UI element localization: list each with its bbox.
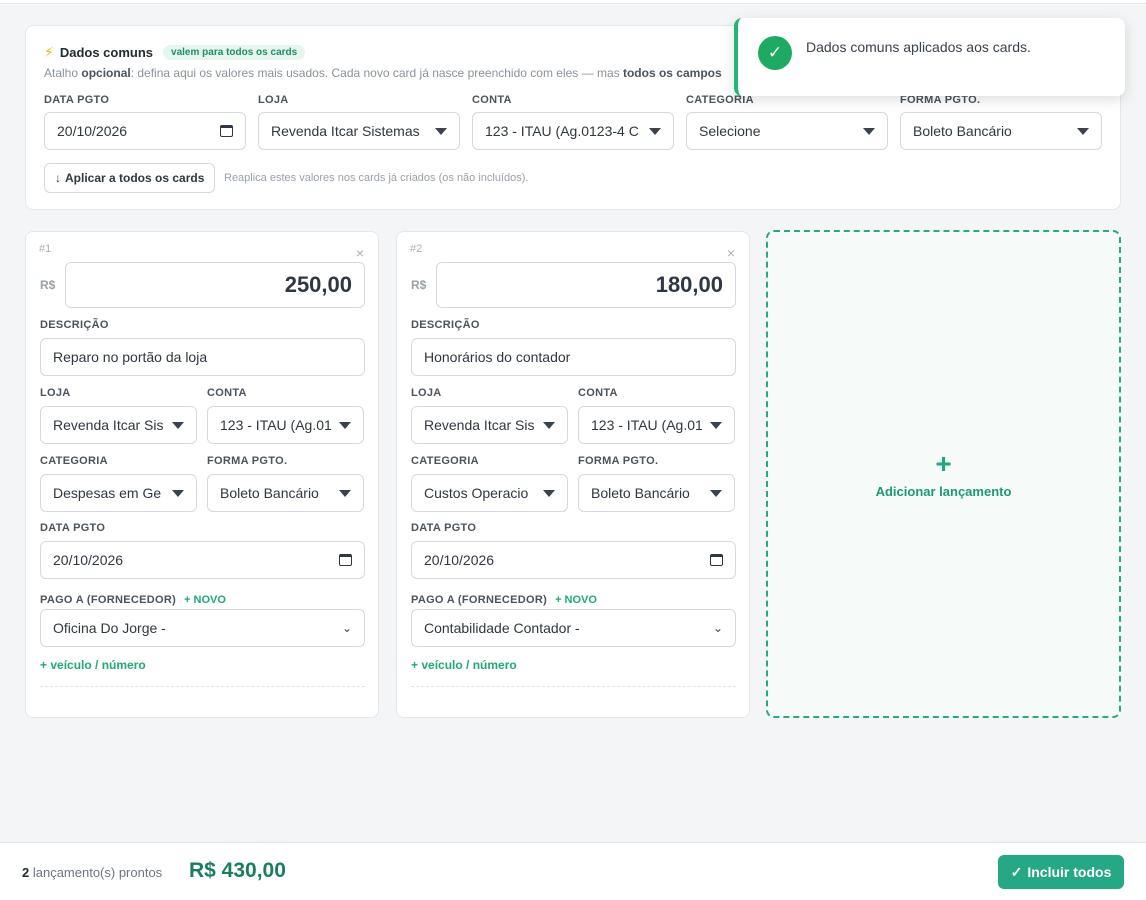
caret-down-icon bbox=[1077, 127, 1089, 135]
description-field: Reparo no portão da loja bbox=[40, 338, 365, 376]
caret-down-icon bbox=[435, 127, 447, 135]
loja-field: Revenda Itcar Sis bbox=[40, 406, 197, 444]
supplier-field: Oficina Do Jorge - ⌄ bbox=[40, 609, 365, 647]
calendar-icon[interactable] bbox=[220, 125, 233, 137]
description-field: Honorários do contador bbox=[411, 338, 736, 376]
add-vehicle-link[interactable]: + veículo / número bbox=[40, 658, 146, 672]
add-vehicle-link[interactable]: + veículo / número bbox=[411, 658, 517, 672]
amount-input[interactable]: 250,00 bbox=[65, 262, 365, 308]
categoria-select[interactable]: Despesas em Ge bbox=[40, 474, 197, 512]
close-icon[interactable]: × bbox=[356, 245, 364, 261]
conta-field: 123 - ITAU (Ag.012 bbox=[207, 406, 364, 444]
entry-card-2: #2 × R$ 180,00 DESCRIÇÃO Honorários do c… bbox=[396, 231, 750, 718]
forma-select[interactable]: Boleto Bancário bbox=[578, 474, 735, 512]
plus-icon: + bbox=[935, 447, 952, 479]
apply-all-button[interactable]: ↓ Aplicar a todos os cards bbox=[44, 163, 216, 193]
common-badge: valem para todos os cards bbox=[163, 45, 306, 60]
conta-field: 123 - ITAU (Ag.012 bbox=[578, 406, 735, 444]
divider bbox=[40, 686, 365, 687]
close-icon[interactable]: × bbox=[727, 245, 735, 261]
forma-field: Boleto Bancário bbox=[207, 474, 364, 512]
common-conta-select[interactable]: 123 - ITAU (Ag.0123-4 C bbox=[472, 112, 674, 150]
card-number: #2 bbox=[410, 243, 423, 255]
total-amount: R$ 430,00 bbox=[189, 859, 286, 882]
entry-card-1: #1 × R$ 250,00 DESCRIÇÃO Reparo no portã… bbox=[25, 231, 379, 718]
common-conta-field: CONTA 123 - ITAU (Ag.0123-4 C bbox=[472, 94, 674, 150]
description-input[interactable]: Honorários do contador bbox=[411, 338, 736, 376]
calendar-icon[interactable] bbox=[710, 554, 723, 566]
common-title: Dados comuns bbox=[59, 45, 154, 60]
caret-down-icon bbox=[863, 127, 875, 135]
date-input[interactable]: 20/10/2026 bbox=[411, 541, 736, 579]
supplier-label-row: PAGO A (FORNECEDOR) + NOVO bbox=[40, 594, 226, 606]
common-categoria-field: CATEGORIA Selecione bbox=[686, 94, 888, 150]
date-input[interactable]: 20/10/2026 bbox=[40, 541, 365, 579]
new-supplier-link[interactable]: + NOVO bbox=[184, 594, 226, 606]
currency-label: R$ bbox=[40, 278, 56, 292]
description-input[interactable]: Reparo no portão da loja bbox=[40, 338, 365, 376]
currency-label: R$ bbox=[411, 278, 427, 292]
conta-select[interactable]: 123 - ITAU (Ag.012 bbox=[578, 406, 735, 444]
common-loja-field: LOJA Revenda Itcar Sistemas bbox=[258, 94, 460, 150]
loja-select[interactable]: Revenda Itcar Sis bbox=[411, 406, 568, 444]
forma-select[interactable]: Boleto Bancário bbox=[207, 474, 364, 512]
caret-down-icon bbox=[649, 127, 661, 135]
loja-select[interactable]: Revenda Itcar Sis bbox=[40, 406, 197, 444]
supplier-select[interactable]: Contabilidade Contador - ⌄ bbox=[411, 609, 736, 647]
supplier-field: Contabilidade Contador - ⌄ bbox=[411, 609, 736, 647]
lightning-icon: ⚡ bbox=[44, 44, 54, 60]
success-toast[interactable]: ✓ Dados comuns aplicados aos cards. bbox=[734, 18, 1125, 96]
supplier-select[interactable]: Oficina Do Jorge - ⌄ bbox=[40, 609, 365, 647]
add-entry-card[interactable]: + Adicionar lançamento bbox=[766, 230, 1121, 718]
arrow-down-icon: ↓ bbox=[55, 171, 61, 185]
common-date-input[interactable]: 20/10/2026 bbox=[44, 112, 246, 150]
include-all-button[interactable]: ✓ Incluir todos bbox=[998, 855, 1124, 889]
caret-down-icon bbox=[339, 421, 351, 429]
categoria-field: Custos Operacio bbox=[411, 474, 568, 512]
caret-down-icon bbox=[710, 421, 722, 429]
check-icon: ✓ bbox=[758, 36, 792, 70]
add-entry-label: Adicionar lançamento bbox=[875, 483, 1012, 499]
common-date-field: DATA PGTO 20/10/2026 bbox=[44, 94, 246, 150]
conta-select[interactable]: 123 - ITAU (Ag.012 bbox=[207, 406, 364, 444]
common-header: ⚡ Dados comuns valem para todos os cards bbox=[44, 44, 306, 61]
common-forma-field: FORMA PGTO. Boleto Bancário bbox=[900, 94, 1102, 150]
date-field: 20/10/2026 bbox=[411, 541, 736, 579]
caret-down-icon bbox=[543, 489, 555, 497]
entries-count: 2 lançamento(s) prontos bbox=[22, 865, 163, 880]
supplier-label-row: PAGO A (FORNECEDOR) + NOVO bbox=[411, 594, 597, 606]
calendar-icon[interactable] bbox=[339, 554, 352, 566]
loja-field: Revenda Itcar Sis bbox=[411, 406, 568, 444]
chevron-down-icon: ⌄ bbox=[341, 621, 352, 635]
caret-down-icon bbox=[710, 489, 722, 497]
amount-input[interactable]: 180,00 bbox=[436, 262, 736, 308]
new-supplier-link[interactable]: + NOVO bbox=[555, 594, 597, 606]
caret-down-icon bbox=[172, 421, 184, 429]
categoria-field: Despesas em Ge bbox=[40, 474, 197, 512]
common-forma-select[interactable]: Boleto Bancário bbox=[900, 112, 1102, 150]
caret-down-icon bbox=[339, 489, 351, 497]
common-categoria-select[interactable]: Selecione bbox=[686, 112, 888, 150]
common-description: Atalho opcional: defina aqui os valores … bbox=[44, 66, 722, 80]
check-icon: ✓ bbox=[1010, 863, 1023, 880]
date-field: 20/10/2026 bbox=[40, 541, 365, 579]
categoria-select[interactable]: Custos Operacio bbox=[411, 474, 568, 512]
footer-bar: 2 lançamento(s) prontos R$ 430,00 ✓ Incl… bbox=[0, 842, 1146, 900]
forma-field: Boleto Bancário bbox=[578, 474, 735, 512]
caret-down-icon bbox=[172, 489, 184, 497]
divider bbox=[411, 686, 736, 687]
common-loja-select[interactable]: Revenda Itcar Sistemas bbox=[258, 112, 460, 150]
toast-message: Dados comuns aplicados aos cards. bbox=[806, 39, 1031, 55]
top-bar bbox=[0, 0, 1146, 4]
chevron-down-icon: ⌄ bbox=[712, 621, 723, 635]
card-number: #1 bbox=[39, 243, 52, 255]
caret-down-icon bbox=[543, 421, 555, 429]
apply-hint: Reaplica estes valores nos cards já cria… bbox=[224, 172, 529, 184]
